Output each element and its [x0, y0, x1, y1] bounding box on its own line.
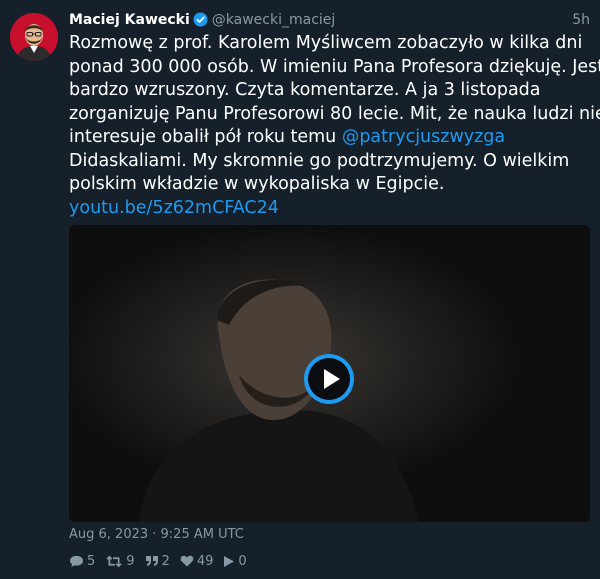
- author-handle[interactable]: @kawecki_maciej: [212, 12, 336, 28]
- tweet-card: Maciej Kawecki @kawecki_maciej 5h Rozmowę…: [0, 0, 600, 579]
- tweet-text-line: polskim wkładzie w wykopaliska w Egipcie…: [69, 174, 445, 194]
- tweet-text-line: Didaskaliami. My skromnie go podtrzymuje…: [69, 150, 570, 171]
- mention-link[interactable]: @patrycjuszwyzga: [342, 127, 505, 147]
- video-thumbnail[interactable]: [69, 225, 590, 522]
- avatar[interactable]: [10, 13, 58, 61]
- heart-icon: [180, 555, 194, 567]
- play-button[interactable]: [304, 354, 354, 404]
- quote-count: 2: [161, 553, 170, 569]
- tweet-text-line: Rozmowę z prof. Karolem Myśliwcem zobacz…: [69, 33, 583, 53]
- like-stat[interactable]: 49: [180, 553, 214, 569]
- tweet-text: Rozmowę z prof. Karolem Myśliwcem zobacz…: [69, 32, 600, 220]
- play-count-icon: [224, 555, 235, 567]
- quote-stat[interactable]: 2: [145, 554, 170, 569]
- tweet-text-line: bardzo wzruszony. Czyta komentarze. A ja…: [69, 80, 541, 100]
- tweet-header: Maciej Kawecki @kawecki_maciej 5h: [69, 10, 590, 30]
- reply-stat[interactable]: 5: [69, 554, 95, 569]
- tweet-text-line: ponad 300 000 osób. W imieniu Pana Profe…: [69, 56, 600, 77]
- retweet-icon: [106, 555, 122, 567]
- retweet-stat[interactable]: 9: [105, 553, 135, 569]
- tweet-time[interactable]: 5h: [572, 10, 590, 30]
- tweet-text-line: interesuje obalił pół roku temu: [69, 127, 337, 147]
- reply-icon: [70, 555, 83, 567]
- like-count: 49: [196, 553, 214, 569]
- play-count: 0: [238, 553, 247, 569]
- tweet-text-line-with-mention: interesuje obalił pół roku temu @patrycj…: [69, 126, 589, 150]
- tweet-date[interactable]: Aug 6, 2023 · 9:25 AM UTC: [69, 527, 244, 542]
- quote-icon: [145, 556, 158, 566]
- play-count-stat[interactable]: 0: [223, 553, 247, 569]
- youtube-link[interactable]: youtu.be/5z62mCFAC24: [69, 198, 279, 218]
- tweet-text-line: zorganizuję Panu Profesorowi 80 lecie. M…: [69, 103, 600, 124]
- play-icon: [308, 358, 350, 400]
- retweet-count: 9: [126, 553, 135, 569]
- verified-badge-icon: [193, 12, 208, 33]
- reply-count: 5: [87, 553, 96, 569]
- author-name[interactable]: Maciej Kawecki: [69, 12, 190, 28]
- avatar-portrait: [10, 13, 58, 61]
- tweet-stats: 5 9 2 49 0: [69, 552, 257, 570]
